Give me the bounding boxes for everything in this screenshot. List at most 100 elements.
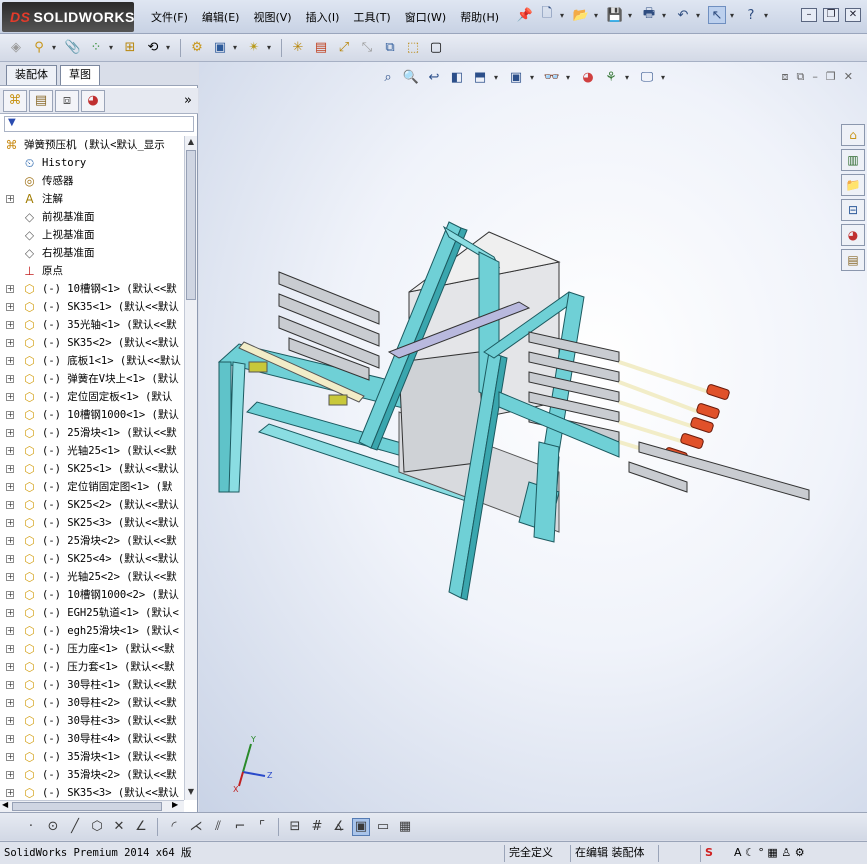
tree-item[interactable]: ◇ 上视基准面 (0, 226, 184, 244)
assembly-features-icon[interactable]: ▣ (210, 38, 230, 58)
scroll-thumb[interactable] (186, 150, 196, 300)
expand-icon[interactable]: + (6, 645, 14, 653)
tree-item[interactable]: + ⬡ (-) 30导柱<2> (默认<<默 (0, 694, 184, 712)
new-motion-study-icon[interactable]: ✳ (288, 38, 308, 58)
ime-mode-icon[interactable]: A (734, 846, 742, 859)
tree-item[interactable]: + ⬡ (-) SK25<3> (默认<<默认 (0, 514, 184, 532)
scroll-right-icon[interactable]: ▶ (172, 800, 178, 809)
offset-icon[interactable]: ⫽ (209, 818, 227, 836)
expand-icon[interactable]: + (6, 717, 14, 725)
expand-icon[interactable]: + (6, 573, 14, 581)
dimension-icon[interactable]: ⊟ (286, 818, 304, 836)
horizontal-scroll-thumb[interactable] (12, 802, 162, 811)
tree-item[interactable]: + ⬡ (-) 10槽钢1000<1> (默认 (0, 406, 184, 424)
smart-fasteners-icon[interactable]: ⊞ (120, 38, 140, 58)
relations-icon[interactable]: ∡ (330, 818, 348, 836)
scroll-left-icon[interactable]: ◀ (2, 800, 8, 809)
circle-icon[interactable]: ⊙ (44, 818, 62, 836)
expand-icon[interactable]: + (6, 789, 14, 797)
pattern-dropdown-icon[interactable]: ▾ (109, 43, 117, 52)
expand-icon[interactable]: + (6, 699, 14, 707)
expand-icon[interactable]: + (6, 501, 14, 509)
open-dropdown-icon[interactable]: ▾ (594, 11, 602, 20)
assembly-model[interactable] (199, 62, 867, 812)
tree-item[interactable]: + ⬡ (-) 光轴25<1> (默认<<默 (0, 442, 184, 460)
tree-horizontal-scrollbar[interactable]: ◀ ▶ (0, 800, 184, 812)
tree-item[interactable]: + ⬡ (-) SK25<1> (默认<<默认 (0, 460, 184, 478)
configuration-manager-icon[interactable]: ⧈ (55, 89, 79, 112)
tree-item[interactable]: ◎ 传感器 (0, 172, 184, 190)
tree-item[interactable]: ⊥ 原点 (0, 262, 184, 280)
expand-icon[interactable]: + (6, 339, 14, 347)
ime-moon-icon[interactable]: ☾ (745, 846, 755, 859)
show-hidden-icon[interactable]: ⚙ (187, 38, 207, 58)
expand-icon[interactable]: + (6, 483, 14, 491)
grid-icon[interactable]: # (308, 818, 326, 836)
tree-filter[interactable]: ▼ (4, 116, 194, 132)
tree-item[interactable]: + ⬡ (-) SK35<1> (默认<<默认 (0, 298, 184, 316)
select-dropdown-icon[interactable]: ▾ (730, 11, 738, 20)
tree-item[interactable]: + ⬡ (-) 定位固定板<1> (默认 (0, 388, 184, 406)
expand-icon[interactable]: + (6, 681, 14, 689)
menu-window[interactable]: 窗口(W) (398, 9, 453, 27)
tree-item[interactable]: + ⬡ (-) 光轴25<2> (默认<<默 (0, 568, 184, 586)
tree-item[interactable]: + ⬡ (-) 35滑块<2> (默认<<默 (0, 766, 184, 784)
ime-indicator[interactable]: S (700, 845, 717, 862)
status-units[interactable] (658, 845, 698, 862)
expand-icon[interactable]: + (6, 465, 14, 473)
tree-item[interactable]: + ⬡ (-) 30导柱<3> (默认<<默 (0, 712, 184, 730)
mate-dropdown-icon[interactable]: ▾ (52, 43, 60, 52)
expand-icon[interactable]: + (6, 411, 14, 419)
expand-icon[interactable]: + (6, 771, 14, 779)
3d-box-icon[interactable]: ▣ (352, 817, 370, 836)
tree-item[interactable]: + A 注解 (0, 190, 184, 208)
tree-item[interactable]: + ⬡ (-) 压力座<1> (默认<<默 (0, 640, 184, 658)
menu-tools[interactable]: 工具(T) (346, 9, 397, 27)
exploded-view-icon[interactable]: ⤢ (334, 38, 354, 58)
table-icon[interactable]: ▦ (396, 818, 414, 836)
tree-item[interactable]: + ⬡ (-) 25滑块<1> (默认<<默 (0, 424, 184, 442)
tree-item[interactable]: ⏲ History (0, 154, 184, 172)
expand-icon[interactable]: + (6, 753, 14, 761)
construction-icon[interactable]: ⌜ (253, 818, 271, 836)
move-dropdown-icon[interactable]: ▾ (166, 43, 174, 52)
tree-item[interactable]: + ⬡ (-) 35光轴<1> (默认<<默 (0, 316, 184, 334)
solidworks-logo[interactable]: DS SOLIDWORKS (2, 2, 134, 32)
expand-icon[interactable]: + (6, 303, 14, 311)
interference-detection-icon[interactable]: ⧉ (380, 38, 400, 58)
tree-item[interactable]: + ⬡ (-) SK25<4> (默认<<默认 (0, 550, 184, 568)
tree-item[interactable]: + ⬡ (-) 30导柱<1> (默认<<默 (0, 676, 184, 694)
insert-component-icon[interactable]: ◈ (6, 38, 26, 58)
bill-of-materials-icon[interactable]: ▤ (311, 38, 331, 58)
pin-icon[interactable]: 📌 (516, 6, 534, 24)
menu-file[interactable]: 文件(F) (144, 9, 195, 27)
ime-punct-icon[interactable]: ° (758, 846, 764, 859)
expand-icon[interactable]: + (6, 555, 14, 563)
menu-view[interactable]: 视图(V) (246, 9, 298, 27)
tree-item[interactable]: + ⬡ (-) 定位销固定图<1> (默 (0, 478, 184, 496)
ime-user-icon[interactable]: ♙ (781, 846, 791, 859)
tree-vertical-scrollbar[interactable]: ▲ ▼ (184, 136, 197, 800)
trim-icon[interactable]: ✕ (110, 818, 128, 836)
filter-icon[interactable]: ▼ (8, 117, 16, 128)
close-icon[interactable]: ✕ (845, 8, 861, 22)
mate-icon[interactable]: ⚲ (29, 38, 49, 58)
save-icon[interactable]: 💾 (606, 6, 624, 24)
restore-icon[interactable]: ❐ (823, 8, 839, 22)
fillet-icon[interactable]: ◜ (165, 818, 183, 836)
ime-settings-icon[interactable]: ⚙ (795, 846, 805, 859)
expand-icon[interactable]: + (6, 195, 14, 203)
reference-geometry-icon[interactable]: ✴ (244, 38, 264, 58)
expand-icon[interactable]: + (6, 735, 14, 743)
window-icon[interactable]: ▭ (374, 818, 392, 836)
chamfer-icon[interactable]: ⋌ (187, 818, 205, 836)
expand-icon[interactable]: + (6, 375, 14, 383)
scroll-up-icon[interactable]: ▲ (186, 137, 196, 149)
tree-item[interactable]: + ⬡ (-) 30导柱<4> (默认<<默 (0, 730, 184, 748)
property-manager-icon[interactable]: ▤ (29, 89, 53, 112)
feature-manager-icon[interactable]: ⌘ (3, 89, 27, 112)
expand-icon[interactable]: + (6, 393, 14, 401)
undo-icon[interactable]: ↶ (674, 6, 692, 24)
tree-item[interactable]: + ⬡ (-) 10槽钢1000<2> (默认 (0, 586, 184, 604)
tree-item[interactable]: + ⬡ (-) SK35<2> (默认<<默认 (0, 334, 184, 352)
